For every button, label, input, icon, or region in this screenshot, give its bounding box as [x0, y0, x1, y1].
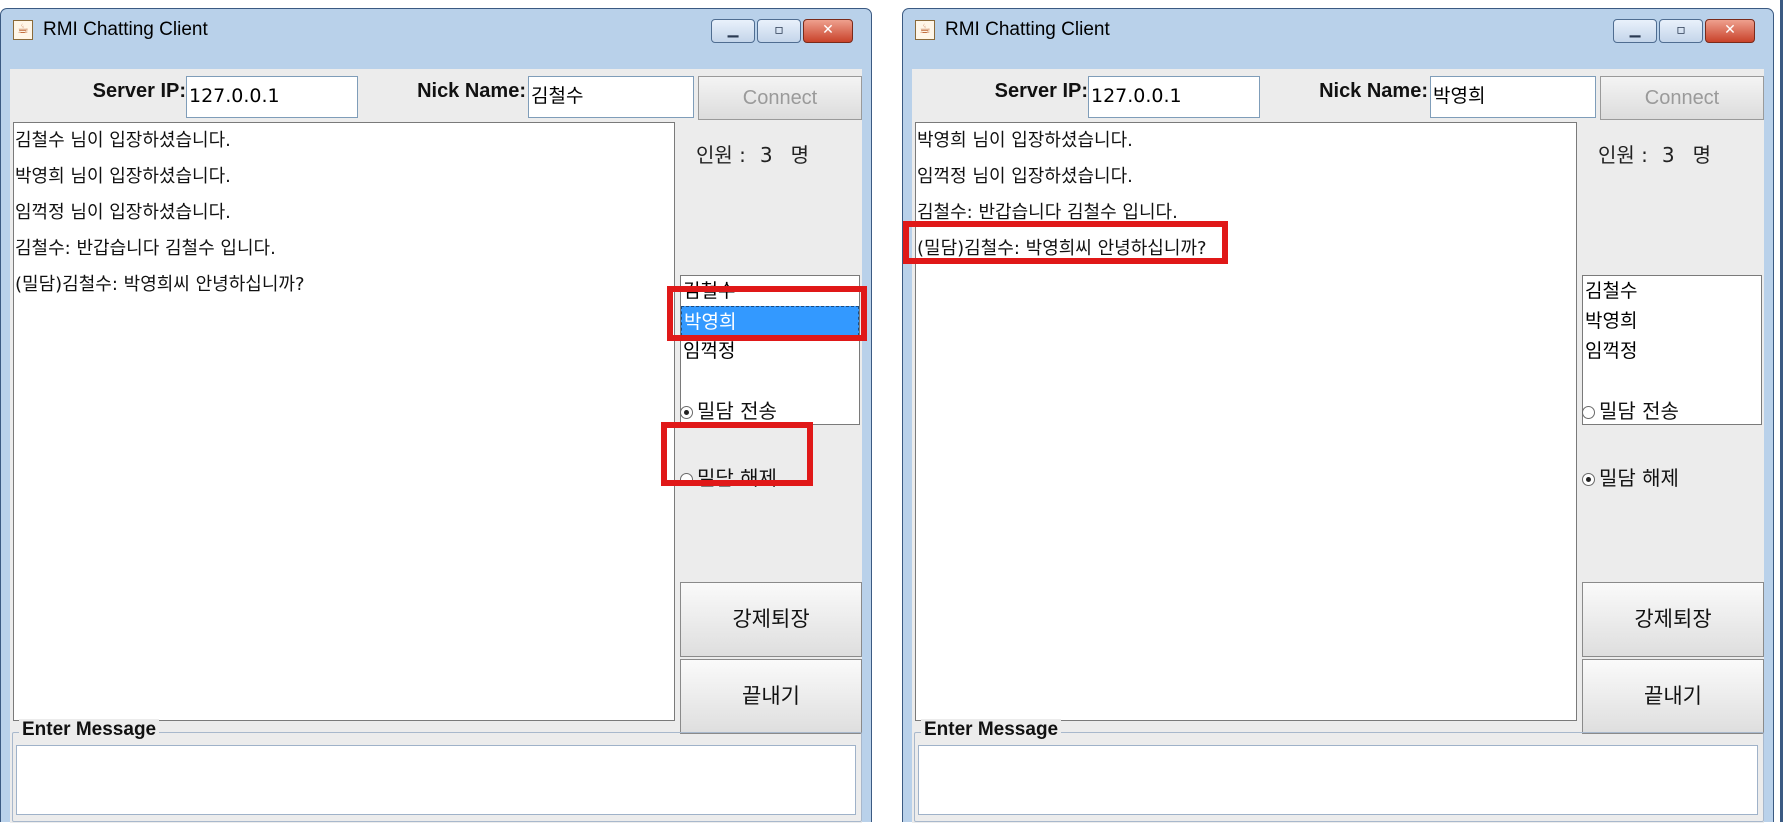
- close-icon: ✕: [1724, 22, 1736, 38]
- chat-message: (밀담)김철수: 박영희씨 안녕하십니까?: [15, 274, 305, 295]
- kick-button[interactable]: 강제퇴장: [1582, 582, 1764, 657]
- enter-message-group: Enter Message: [12, 719, 862, 822]
- radio-whisper-cancel-label: 밀담 해제: [1599, 466, 1679, 490]
- connect-button[interactable]: Connect: [1600, 76, 1764, 120]
- radio-whisper-send-label: 밀담 전송: [1599, 399, 1679, 423]
- close-icon: ✕: [822, 22, 834, 38]
- enter-message-label: Enter Message: [19, 719, 160, 741]
- radio-whisper-send[interactable]: 밀담 전송: [1582, 395, 1679, 424]
- exit-button[interactable]: 끝내기: [680, 659, 862, 734]
- connect-button[interactable]: Connect: [698, 76, 862, 120]
- member-count-value: 3: [759, 143, 773, 167]
- kick-button[interactable]: 강제퇴장: [680, 582, 862, 657]
- chat-log[interactable]: 김철수 님이 입장하셨습니다. 박영희 님이 입장하셨습니다. 임꺽정 님이 입…: [13, 122, 675, 721]
- member-count-label: 인원 :: [696, 143, 746, 167]
- client-area: Server IP: 127.0.0.1 Nick Name: 박영희 Conn…: [912, 69, 1764, 823]
- server-ip-label: Server IP:: [92, 80, 186, 102]
- close-button[interactable]: ✕: [803, 19, 853, 43]
- minimize-button[interactable]: ▁: [711, 19, 755, 43]
- radio-whisper-cancel[interactable]: 밀담 해제: [680, 462, 777, 491]
- user-list-item[interactable]: 김철수: [681, 276, 859, 306]
- chat-client-window-kimcheolsu: ☕ RMI Chatting Client ▁ ▫ ✕ Server IP: 1…: [0, 8, 872, 823]
- nick-name-input[interactable]: 박영희: [1430, 76, 1596, 118]
- user-list-item[interactable]: 임꺽정: [681, 336, 859, 366]
- user-list-item[interactable]: 김철수: [1583, 276, 1761, 306]
- maximize-icon: ▫: [774, 22, 784, 38]
- chat-message: 박영희 님이 입장하셨습니다.: [15, 166, 231, 187]
- member-count: 인원 : 3명: [1598, 139, 1711, 168]
- window-title: RMI Chatting Client: [43, 19, 208, 40]
- title-bar[interactable]: ☕ RMI Chatting Client ▁ ▫ ✕: [903, 9, 1773, 47]
- close-button[interactable]: ✕: [1705, 19, 1755, 43]
- radio-checked-icon: [680, 406, 693, 419]
- exit-button[interactable]: 끝내기: [1582, 659, 1764, 734]
- chat-message: 임꺽정 님이 입장하셨습니다.: [15, 202, 231, 223]
- minimize-icon: ▁: [727, 22, 739, 38]
- user-list-item-selected[interactable]: 박영희: [681, 306, 859, 336]
- chat-message: 박영희 님이 입장하셨습니다.: [917, 130, 1133, 151]
- radio-whisper-send[interactable]: 밀담 전송: [680, 395, 777, 424]
- maximize-button[interactable]: ▫: [757, 19, 801, 43]
- message-input[interactable]: [16, 745, 856, 815]
- nick-name-label: Nick Name:: [417, 80, 526, 102]
- nick-name-input[interactable]: 김철수: [528, 76, 694, 118]
- radio-whisper-cancel-label: 밀담 해제: [697, 466, 777, 490]
- window-title: RMI Chatting Client: [945, 19, 1110, 40]
- radio-unchecked-icon: [680, 473, 693, 486]
- maximize-icon: ▫: [1676, 22, 1686, 38]
- server-ip-label: Server IP:: [994, 80, 1088, 102]
- chat-message: (밀담)김철수: 박영희씨 안녕하십니까?: [917, 238, 1207, 259]
- member-count-value: 3: [1661, 143, 1675, 167]
- title-bar[interactable]: ☕ RMI Chatting Client ▁ ▫ ✕: [1, 9, 871, 47]
- chat-client-window-parkyounghee: ☕ RMI Chatting Client ▁ ▫ ✕ Server IP: 1…: [902, 8, 1774, 823]
- java-cup-icon: ☕: [915, 20, 935, 40]
- nick-name-label: Nick Name:: [1319, 80, 1428, 102]
- message-input[interactable]: [918, 745, 1758, 815]
- minimize-button[interactable]: ▁: [1613, 19, 1657, 43]
- chat-message: 김철수 님이 입장하셨습니다.: [15, 130, 231, 151]
- minimize-icon: ▁: [1629, 22, 1641, 38]
- member-count-unit: 명: [1692, 143, 1712, 167]
- radio-whisper-send-label: 밀담 전송: [697, 399, 777, 423]
- enter-message-label: Enter Message: [921, 719, 1062, 741]
- radio-whisper-cancel[interactable]: 밀담 해제: [1582, 462, 1679, 491]
- chat-log[interactable]: 박영희 님이 입장하셨습니다. 임꺽정 님이 입장하셨습니다. 김철수: 반갑습…: [915, 122, 1577, 721]
- enter-message-group: Enter Message: [914, 719, 1764, 822]
- client-area: Server IP: 127.0.0.1 Nick Name: 김철수 Conn…: [10, 69, 862, 823]
- member-count-label: 인원 :: [1598, 143, 1648, 167]
- maximize-button[interactable]: ▫: [1659, 19, 1703, 43]
- chat-message: 김철수: 반갑습니다 김철수 입니다.: [15, 238, 276, 259]
- member-count-unit: 명: [790, 143, 810, 167]
- radio-unchecked-icon: [1582, 406, 1595, 419]
- member-count: 인원 : 3명: [696, 139, 809, 168]
- chat-message: 임꺽정 님이 입장하셨습니다.: [917, 166, 1133, 187]
- user-list-item[interactable]: 박영희: [1583, 306, 1761, 336]
- user-list-item[interactable]: 임꺽정: [1583, 336, 1761, 366]
- chat-message: 김철수: 반갑습니다 김철수 입니다.: [917, 202, 1178, 223]
- radio-checked-icon: [1582, 473, 1595, 486]
- java-cup-icon: ☕: [13, 20, 33, 40]
